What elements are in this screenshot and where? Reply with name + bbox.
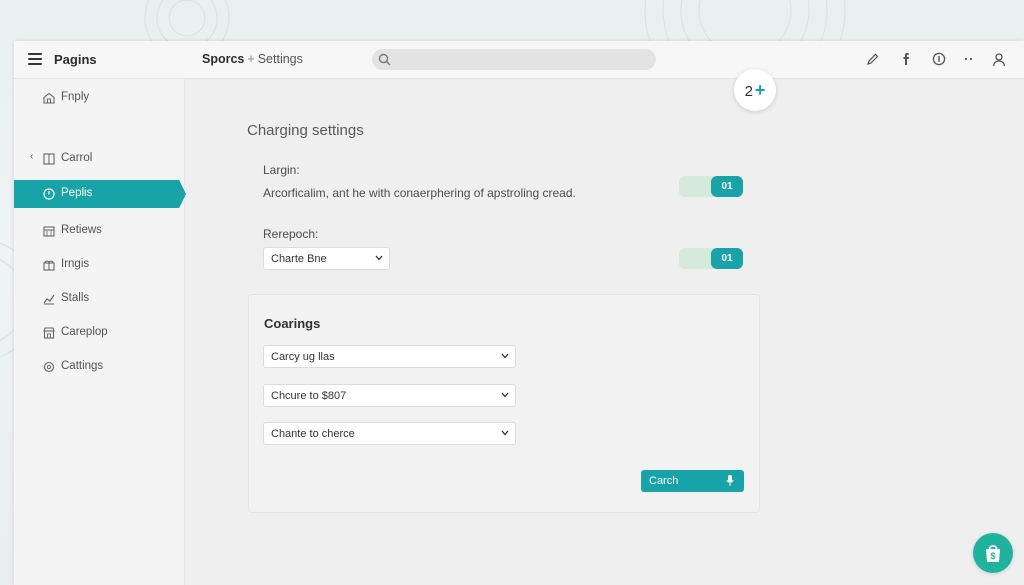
sidebar-item-label: Retiews [61,224,102,236]
card-select-3[interactable]: Chante to cherce [263,422,516,445]
app-window: Pagins Sporcs + Settings Fnply ‹ Carrol … [14,41,1024,585]
sidebar-item-retiews[interactable]: Retiews [14,218,185,244]
select-value: Carcy ug llas [271,351,335,363]
sidebar-item-label: Irngis [61,258,90,270]
sidebar: Fnply ‹ Carrol Peplis Retiews Irngis Sta… [14,79,186,585]
sidebar-item-cattings[interactable]: Cattings [14,354,185,380]
toggle-knob: 01 [711,176,743,197]
microphone-icon [726,475,734,486]
sidebar-item-label: Fnply [61,91,90,103]
sidebar-item-irngis[interactable]: Irngis [14,252,185,278]
sidebar-item-fnply[interactable]: Fnply [14,85,185,111]
shopping-bag-icon: $ [986,545,1000,562]
toggle-knob: 01 [711,248,743,269]
sidebar-item-carrol[interactable]: ‹ Carrol [14,146,185,172]
edit-icon[interactable] [864,50,882,70]
count-value: 2 [744,83,753,100]
add-count-button[interactable]: 2 + [734,69,776,111]
settings-panel: Largin: Arcorficalim, ant he with conaer… [246,151,760,293]
hamburger-menu-icon[interactable] [28,53,42,65]
chevron-down-icon [501,353,509,359]
coarings-card: Coarings Carcy ug llas Chcure to $807 Ch… [248,294,760,513]
card-select-2[interactable]: Chcure to $807 [263,384,516,407]
more-icon[interactable] [960,50,978,70]
settings-icon [43,361,55,373]
calendar-icon [43,226,55,237]
rerepoch-toggle[interactable]: 01 [679,248,743,269]
chevron-left-icon[interactable]: ‹ [30,151,33,162]
sidebar-item-careplop[interactable]: Careplop [14,320,185,346]
select-value: Chcure to $807 [271,390,347,402]
page-title: Charging settings [247,122,364,139]
chevron-down-icon [375,255,383,261]
button-label: Carch [649,475,679,487]
home-icon [43,92,55,104]
sidebar-item-label: Peplis [61,187,93,199]
field-label-largin: Largin: [263,163,300,177]
sidebar-item-label: Stalls [61,292,90,304]
chevron-down-icon [501,430,509,436]
largin-toggle[interactable]: 01 [679,176,743,197]
svg-text:$: $ [990,551,995,561]
search-icon [378,53,391,66]
field-description: Arcorficalim, ant he with conaerphering … [263,186,576,200]
chevron-down-icon [501,392,509,398]
breadcrumb-current: Settings [257,52,303,66]
rerepoch-select[interactable]: Charte Bne [263,247,390,270]
sidebar-item-label: Careplop [61,326,108,338]
sidebar-item-label: Carrol [61,152,93,164]
grid-icon [43,153,55,165]
facebook-icon[interactable] [898,50,916,70]
info-icon[interactable] [930,50,948,70]
field-label-rerepoch: Rerepoch: [263,227,319,241]
search-input[interactable] [396,49,650,70]
breadcrumb-separator: + [247,52,255,66]
sidebar-item-label: Cattings [61,360,104,372]
gift-icon [43,260,55,271]
shop-fab-button[interactable]: $ [973,533,1013,573]
breadcrumb: Sporcs + Settings [202,52,303,66]
carch-button[interactable]: Carch [641,470,744,492]
search-bar[interactable] [372,49,656,70]
user-icon[interactable] [990,50,1008,70]
card-title: Coarings [264,316,321,331]
card-select-1[interactable]: Carcy ug llas [263,345,516,368]
chart-icon [43,294,55,305]
top-bar: Pagins Sporcs + Settings [14,41,1024,79]
breadcrumb-root[interactable]: Sporcs [202,52,244,66]
select-value: Chante to cherce [271,428,355,440]
plus-icon: + [754,80,766,100]
select-value: Charte Bne [271,253,327,265]
app-title: Pagins [54,52,97,67]
sidebar-item-stalls[interactable]: Stalls [14,286,185,312]
sidebar-item-peplis[interactable]: Peplis [14,180,186,208]
store-icon [43,327,55,339]
clock-icon [43,188,55,200]
